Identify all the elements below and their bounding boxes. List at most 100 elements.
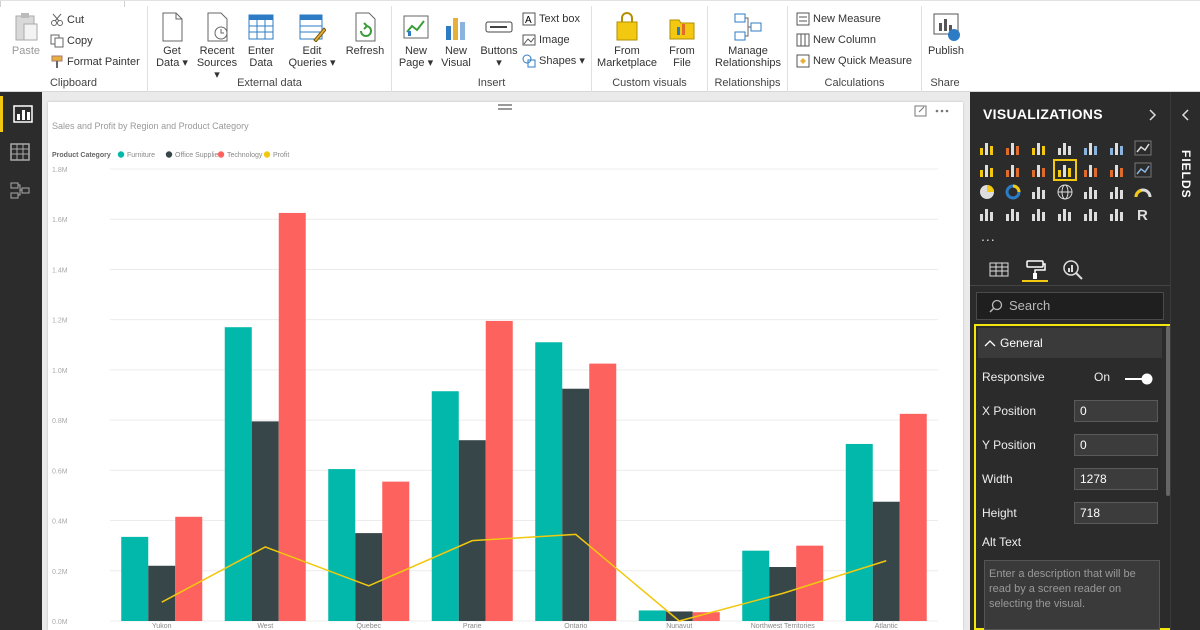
model-view-button[interactable] <box>0 172 42 208</box>
line-chart-icon[interactable] <box>1133 139 1153 157</box>
pie-icon[interactable] <box>977 183 997 201</box>
line-column-icon[interactable] <box>1029 161 1049 179</box>
bar-technology[interactable] <box>485 320 513 621</box>
new-quick-measure-button[interactable]: New Quick Measure <box>796 53 912 69</box>
stacked-area-icon[interactable] <box>1003 161 1023 179</box>
combo-chart[interactable]: Sales and Profit by Region and Product C… <box>48 102 963 630</box>
filled-map-icon[interactable] <box>1081 183 1101 201</box>
map-icon[interactable] <box>1055 183 1075 201</box>
alt-text-input[interactable]: Enter a description that will be read by… <box>984 560 1160 630</box>
bar-furniture[interactable] <box>638 610 666 621</box>
treemap-icon[interactable] <box>1029 183 1049 201</box>
responsive-toggle[interactable] <box>1124 373 1154 385</box>
drag-handle[interactable] <box>498 104 512 106</box>
copy-button[interactable]: Copy <box>50 33 93 49</box>
matrix-icon[interactable] <box>1107 205 1127 223</box>
format-tab[interactable] <box>1022 258 1048 282</box>
clustered-column-icon[interactable] <box>1055 139 1075 157</box>
bar-office-supplies[interactable] <box>458 440 486 621</box>
edit-queries-button[interactable]: Edit Queries ▾ <box>288 12 336 69</box>
analytics-tab[interactable] <box>1060 258 1086 282</box>
new-measure-button[interactable]: New Measure <box>796 11 881 27</box>
new-column-button[interactable]: New Column <box>796 32 876 48</box>
format-search-box[interactable]: Search <box>976 292 1164 320</box>
gauge-icon[interactable] <box>1133 183 1153 201</box>
bar-office-supplies[interactable] <box>251 421 279 621</box>
report-canvas[interactable]: Sales and Profit by Region and Product C… <box>42 92 970 630</box>
get-data-button[interactable]: Get Data ▾ <box>152 12 192 69</box>
bar-technology[interactable] <box>589 363 617 621</box>
y-position-input[interactable]: 0 <box>1074 434 1158 456</box>
bar-furniture[interactable] <box>742 550 770 621</box>
more-visuals-icon[interactable]: ... <box>981 228 996 244</box>
legend-label[interactable]: Profit <box>273 152 289 159</box>
manage-relationships-button[interactable]: Manage Relationships <box>712 12 784 69</box>
chevron-right-icon[interactable] <box>1148 108 1158 122</box>
focus-mode-icon[interactable] <box>914 105 927 117</box>
line-clustered-column-icon[interactable] <box>1053 159 1077 181</box>
report-view-button[interactable] <box>0 96 42 132</box>
bar-technology[interactable] <box>278 212 306 621</box>
legend-label[interactable]: Furniture <box>127 152 155 159</box>
bar-furniture[interactable] <box>121 536 149 621</box>
data-view-button[interactable] <box>0 134 42 170</box>
card-icon[interactable] <box>977 205 997 223</box>
stacked-bar-icon[interactable] <box>977 139 997 157</box>
ribbon-chart-icon[interactable] <box>1081 161 1101 179</box>
area-chart-icon[interactable] <box>977 161 997 179</box>
y-tick-label: 0.6M <box>52 468 68 475</box>
paste-button[interactable]: Paste <box>6 12 46 57</box>
table-visual-icon[interactable] <box>1081 205 1101 223</box>
from-file-button[interactable]: From File <box>662 12 702 69</box>
width-input[interactable]: 1278 <box>1074 468 1158 490</box>
bar-furniture[interactable] <box>328 469 356 621</box>
bar-office-supplies[interactable] <box>355 533 383 621</box>
text-box-button[interactable]: A Text box <box>522 11 580 27</box>
height-input[interactable]: 718 <box>1074 502 1158 524</box>
recent-sources-button[interactable]: Recent Sources ▾ <box>196 12 238 81</box>
x-tick-label: Nunavut <box>666 623 692 630</box>
donut-icon[interactable] <box>1003 183 1023 201</box>
cut-button[interactable]: Cut <box>50 12 84 28</box>
multi-row-card-icon[interactable] <box>1003 205 1023 223</box>
x-position-input[interactable]: 0 <box>1074 400 1158 422</box>
bar-technology[interactable] <box>382 481 410 621</box>
100-column-icon[interactable] <box>1107 139 1127 157</box>
chevron-left-icon[interactable] <box>1181 108 1191 122</box>
refresh-button[interactable]: Refresh <box>344 12 386 57</box>
bar-furniture[interactable] <box>845 443 873 621</box>
waterfall-icon[interactable] <box>1107 161 1127 179</box>
scatter-icon[interactable] <box>1133 161 1153 179</box>
new-visual-button[interactable]: New Visual <box>438 12 474 69</box>
format-painter-button[interactable]: Format Painter <box>50 54 140 70</box>
stacked-column-icon[interactable] <box>1003 139 1023 157</box>
buttons-button[interactable]: Buttons ▾ <box>478 12 520 69</box>
bar-technology[interactable] <box>175 516 203 621</box>
bar-furniture[interactable] <box>535 342 563 621</box>
clustered-column-line-visual[interactable]: Sales and Profit by Region and Product C… <box>48 102 963 630</box>
bar-office-supplies[interactable] <box>562 388 590 621</box>
clustered-bar-icon[interactable] <box>1029 139 1049 157</box>
r-visual-icon[interactable]: R <box>1133 205 1153 224</box>
more-options-icon[interactable] <box>935 109 949 113</box>
bar-office-supplies[interactable] <box>148 565 176 621</box>
shapes-button[interactable]: Shapes ▾ <box>522 53 585 69</box>
slicer-icon[interactable] <box>1055 205 1075 223</box>
fields-pane-collapsed[interactable]: FIELDS <box>1170 92 1200 630</box>
image-button[interactable]: Image <box>522 32 570 48</box>
fields-tab[interactable] <box>986 258 1012 282</box>
funnel-icon[interactable] <box>1107 183 1127 201</box>
kpi-icon[interactable] <box>1029 205 1049 223</box>
bar-technology[interactable] <box>899 413 927 621</box>
bar-technology[interactable] <box>796 545 824 621</box>
legend-label[interactable]: Technology <box>227 152 263 159</box>
bar-furniture[interactable] <box>224 327 252 621</box>
publish-button[interactable]: Publish <box>925 12 967 57</box>
bar-furniture[interactable] <box>431 391 459 621</box>
100-bar-icon[interactable] <box>1081 139 1101 157</box>
enter-data-button[interactable]: Enter Data <box>242 12 280 69</box>
from-marketplace-button[interactable]: From Marketplace <box>596 12 658 69</box>
new-page-button[interactable]: New Page ▾ <box>396 12 436 69</box>
legend-label[interactable]: Office Supplies <box>175 152 222 159</box>
general-section-header[interactable]: General <box>978 328 1162 358</box>
